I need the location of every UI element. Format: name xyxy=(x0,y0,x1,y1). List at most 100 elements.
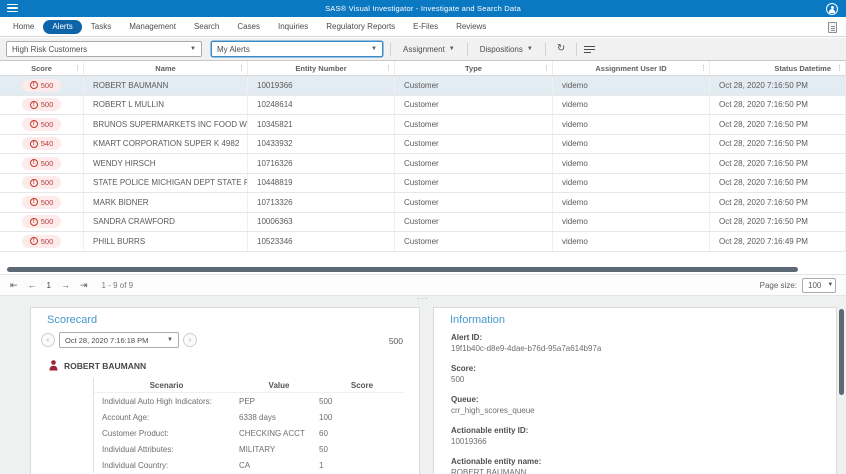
person-icon xyxy=(49,360,58,371)
status-datetime-cell: Oct 28, 2020 7:16:50 PM xyxy=(710,212,846,231)
chevron-down-icon: ▼ xyxy=(448,46,455,52)
scorecard-row: Individual Auto High Indicators: PEP 500 xyxy=(102,396,333,406)
document-icon[interactable] xyxy=(828,22,837,33)
scorecard-row: Individual Attributes: MILITARY 50 xyxy=(102,444,328,454)
score-badge: ! 540 xyxy=(21,137,62,151)
column-menu-icon[interactable]: ⋮ xyxy=(836,64,843,72)
column-header-name[interactable]: Name ⋮ xyxy=(84,61,248,75)
table-row[interactable]: ! 500 MARK BIDNER 10713326 Customer vide… xyxy=(0,193,846,213)
horizontal-scrollbar[interactable] xyxy=(7,267,798,272)
table-row[interactable]: ! 500 STATE POLICE MICHIGAN DEPT STATE P… xyxy=(0,173,846,193)
nav-item[interactable]: Alerts xyxy=(43,19,82,34)
table-row[interactable]: ! 500 ROBERT BAUMANN 10019366 Customer v… xyxy=(0,76,846,96)
alerts-filter-select[interactable]: My Alerts ▼ xyxy=(211,41,383,57)
app-window: SAS® Visual Investigator - Investigate a… xyxy=(0,0,846,474)
column-menu-icon[interactable]: ⋮ xyxy=(543,64,550,72)
assignment-user-id-cell: videmo xyxy=(553,232,710,251)
status-datetime-cell: Oct 28, 2020 7:16:50 PM xyxy=(710,115,846,134)
assignment-user-id-cell: videmo xyxy=(553,115,710,134)
first-page-button[interactable]: ⇤ xyxy=(10,280,18,290)
assignment-user-id-cell: videmo xyxy=(553,154,710,173)
entity-number-cell: 10523346 xyxy=(248,232,395,251)
column-header-status-datetime[interactable]: Status Datetime ⋮ xyxy=(710,61,846,75)
table-row[interactable]: ! 500 SANDRA CRAWFORD 10006363 Customer … xyxy=(0,212,846,232)
toolbar-divider xyxy=(390,42,391,56)
scorecard-entity-name[interactable]: ROBERT BAUMANN xyxy=(64,361,146,371)
application-banner: SAS® Visual Investigator - Investigate a… xyxy=(0,0,846,17)
table-row[interactable]: ! 500 ROBERT L MULLIN 10248614 Customer … xyxy=(0,95,846,115)
last-page-button[interactable]: ⇥ xyxy=(80,280,88,290)
chevron-down-icon: ▼ xyxy=(371,46,377,52)
alert-severity-icon: ! xyxy=(29,178,38,187)
table-row[interactable]: ! 500 BRUNOS SUPERMARKETS INC FOOD WORLD… xyxy=(0,115,846,135)
column-menu-icon[interactable]: ⋮ xyxy=(238,64,245,72)
score-date-select[interactable]: Oct 28, 2020 7:16:18 PM ▼ xyxy=(59,332,179,348)
entity-number-cell: 10006363 xyxy=(248,212,395,231)
table-row[interactable]: ! 500 WENDY HIRSCH 10716326 Customer vid… xyxy=(0,154,846,174)
scorecard-table: Scenario Value Score Individual Auto Hig… xyxy=(93,378,405,473)
nav-item[interactable]: Regulatory Reports xyxy=(317,20,404,33)
view-select[interactable]: High Risk Customers ▼ xyxy=(6,41,202,57)
detail-section: ··· Scorecard ‹ Oct 28, 2020 7:16:18 PM … xyxy=(0,294,846,474)
next-score-button[interactable]: › xyxy=(183,333,197,347)
name-cell: KMART CORPORATION SUPER K 4982 xyxy=(84,134,248,153)
assignment-button[interactable]: Assignment ▼ xyxy=(398,43,460,56)
column-header-type[interactable]: Type ⋮ xyxy=(395,61,553,75)
page-size-label: Page size: xyxy=(759,280,797,290)
next-page-button[interactable]: → xyxy=(61,280,70,290)
pagination-bar: ⇤ ← 1 → ⇥ 1 - 9 of 9 Page size: 100 ▼ xyxy=(0,274,846,296)
information-field: Actionable entity ID: 10019366 xyxy=(451,426,529,446)
type-cell: Customer xyxy=(395,95,553,114)
splitter-handle[interactable]: ··· xyxy=(418,294,429,303)
column-menu-icon[interactable]: ⋮ xyxy=(700,64,707,72)
previous-page-button[interactable]: ← xyxy=(28,280,37,290)
alert-severity-icon: ! xyxy=(29,139,38,148)
information-title: Information xyxy=(450,314,506,326)
name-cell: BRUNOS SUPERMARKETS INC FOOD WORLD 3 xyxy=(84,115,248,134)
vertical-scrollbar[interactable] xyxy=(839,309,844,395)
list-view-icon[interactable] xyxy=(584,45,596,54)
type-cell: Customer xyxy=(395,115,553,134)
name-cell: WENDY HIRSCH xyxy=(84,154,248,173)
assignment-user-id-cell: videmo xyxy=(553,212,710,231)
column-header-entity-number[interactable]: Entity Number ⋮ xyxy=(248,61,395,75)
score-badge: ! 500 xyxy=(21,234,62,248)
entity-number-cell: 10345821 xyxy=(248,115,395,134)
nav-item[interactable]: Inquiries xyxy=(269,20,317,33)
column-header-score[interactable]: Score ⋮ xyxy=(0,61,84,75)
chevron-down-icon: ▼ xyxy=(827,282,834,288)
hamburger-menu-icon[interactable] xyxy=(7,4,18,13)
chevron-down-icon: ▼ xyxy=(167,337,173,343)
nav-item[interactable]: Management xyxy=(120,20,185,33)
table-row[interactable]: ! 540 KMART CORPORATION SUPER K 4982 104… xyxy=(0,134,846,154)
scorecard-col-score: Score xyxy=(350,380,374,390)
nav-item[interactable]: Home xyxy=(4,20,43,33)
type-cell: Customer xyxy=(395,232,553,251)
alert-severity-icon: ! xyxy=(29,217,38,226)
status-datetime-cell: Oct 28, 2020 7:16:50 PM xyxy=(710,134,846,153)
current-page-number[interactable]: 1 xyxy=(47,281,51,290)
alert-severity-icon: ! xyxy=(29,120,38,129)
nav-item[interactable]: Cases xyxy=(228,20,269,33)
nav-item[interactable]: Reviews xyxy=(447,20,495,33)
nav-item[interactable]: Tasks xyxy=(82,20,120,33)
column-header-assignment-user-id[interactable]: Assignment User ID ⋮ xyxy=(553,61,710,75)
previous-score-button[interactable]: ‹ xyxy=(41,333,55,347)
table-row[interactable]: ! 500 PHILL BURRS 10523346 Customer vide… xyxy=(0,232,846,252)
scorecard-title: Scorecard xyxy=(47,314,98,326)
status-datetime-cell: Oct 28, 2020 7:16:50 PM xyxy=(710,76,846,95)
information-panel: Information Alert ID: 19f1b40c-d8e9-4dae… xyxy=(433,307,837,474)
assignment-user-id-cell: videmo xyxy=(553,173,710,192)
alerts-toolbar: High Risk Customers ▼ My Alerts ▼ Assign… xyxy=(0,38,846,61)
page-size-select[interactable]: 100 ▼ xyxy=(802,277,836,293)
alert-severity-icon: ! xyxy=(29,198,38,207)
refresh-icon[interactable]: ↻ xyxy=(553,44,569,54)
user-profile-icon[interactable] xyxy=(826,2,838,15)
nav-item[interactable]: Search xyxy=(185,20,228,33)
nav-item[interactable]: E-Files xyxy=(404,20,447,33)
column-menu-icon[interactable]: ⋮ xyxy=(74,64,81,72)
dispositions-button[interactable]: Dispositions ▼ xyxy=(475,43,538,56)
score-badge: ! 500 xyxy=(21,215,62,229)
score-badge: ! 500 xyxy=(21,117,62,131)
column-menu-icon[interactable]: ⋮ xyxy=(385,64,392,72)
